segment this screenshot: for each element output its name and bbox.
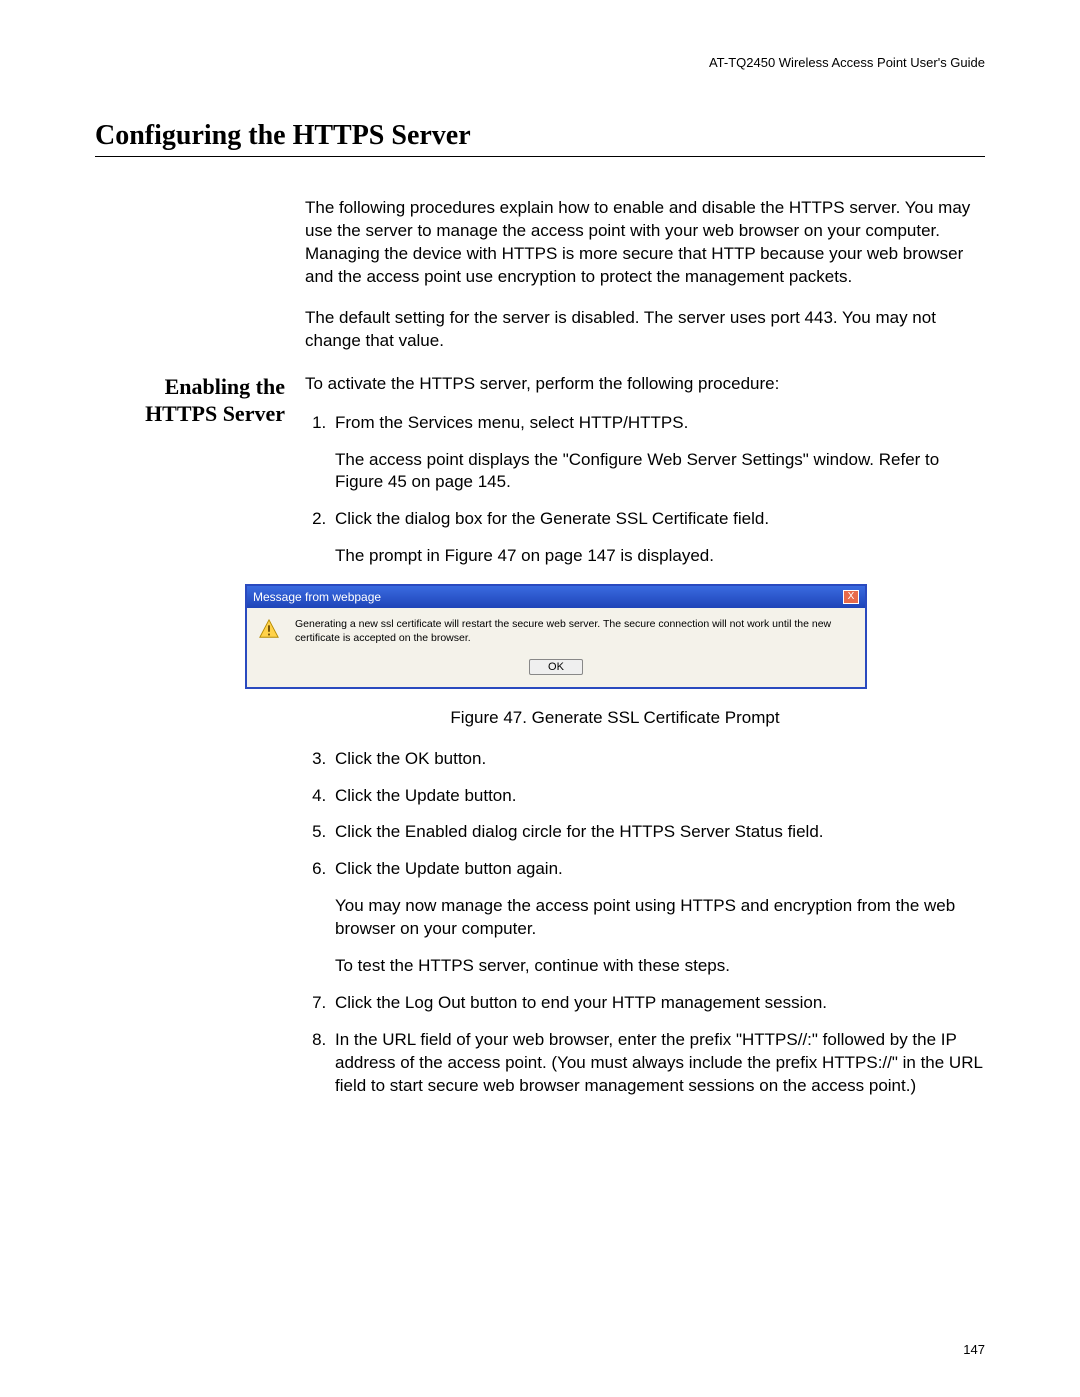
step-6-test-note: To test the HTTPS server, continue with … xyxy=(335,955,985,978)
close-icon[interactable]: X xyxy=(843,590,859,604)
intro-paragraph-2: The default setting for the server is di… xyxy=(305,307,985,353)
dialog-titlebar: Message from webpage X xyxy=(247,586,865,608)
step-4-text: Click the Update button. xyxy=(335,786,516,805)
section-body: To activate the HTTPS server, perform th… xyxy=(305,373,985,1114)
step-8-text: In the URL field of your web browser, en… xyxy=(335,1030,982,1095)
dialog-body: Generating a new ssl certificate will re… xyxy=(247,608,865,649)
dialog-message: Generating a new ssl certificate will re… xyxy=(295,618,855,645)
procedure-list: From the Services menu, select HTTP/HTTP… xyxy=(305,412,985,569)
ok-button[interactable]: OK xyxy=(529,659,583,675)
side-heading-line-1: Enabling the xyxy=(165,374,285,399)
side-heading-enabling-https: Enabling the HTTPS Server xyxy=(95,373,305,1114)
procedure-list-continued: Click the OK button. Click the Update bu… xyxy=(305,748,985,1098)
section-lead: To activate the HTTPS server, perform th… xyxy=(305,373,985,396)
document-page: AT-TQ2450 Wireless Access Point User's G… xyxy=(0,0,1080,1397)
section-enabling-https: Enabling the HTTPS Server To activate th… xyxy=(95,373,985,1114)
dialog-box: Message from webpage X Generating a new … xyxy=(245,584,867,688)
warning-icon xyxy=(257,618,281,640)
step-4: Click the Update button. xyxy=(331,785,985,808)
step-1: From the Services menu, select HTTP/HTTP… xyxy=(331,412,985,495)
dialog-button-row: OK xyxy=(247,650,865,687)
step-2-text: Click the dialog box for the Generate SS… xyxy=(335,509,769,528)
header-guide-title: AT-TQ2450 Wireless Access Point User's G… xyxy=(709,55,985,70)
step-7: Click the Log Out button to end your HTT… xyxy=(331,992,985,1015)
side-heading-line-2: HTTPS Server xyxy=(145,401,285,426)
intro-paragraph-1: The following procedures explain how to … xyxy=(305,197,985,289)
step-3: Click the OK button. xyxy=(331,748,985,771)
step-6-text: Click the Update button again. xyxy=(335,859,563,878)
step-7-text: Click the Log Out button to end your HTT… xyxy=(335,993,827,1012)
step-5-text: Click the Enabled dialog circle for the … xyxy=(335,822,824,841)
figure-47: Message from webpage X Generating a new … xyxy=(245,584,985,729)
step-5: Click the Enabled dialog circle for the … xyxy=(331,821,985,844)
intro-block: The following procedures explain how to … xyxy=(305,197,985,353)
step-1-text: From the Services menu, select HTTP/HTTP… xyxy=(335,413,688,432)
step-6: Click the Update button again. You may n… xyxy=(331,858,985,978)
page-title: Configuring the HTTPS Server xyxy=(95,120,985,157)
step-2-note: The prompt in Figure 47 on page 147 is d… xyxy=(335,545,985,568)
step-6-note: You may now manage the access point usin… xyxy=(335,895,985,941)
step-3-text: Click the OK button. xyxy=(335,749,486,768)
dialog-title-text: Message from webpage xyxy=(253,589,381,605)
figure-caption: Figure 47. Generate SSL Certificate Prom… xyxy=(245,707,985,730)
step-2: Click the dialog box for the Generate SS… xyxy=(331,508,985,568)
step-8: In the URL field of your web browser, en… xyxy=(331,1029,985,1098)
step-1-note: The access point displays the "Configure… xyxy=(335,449,985,495)
page-number: 147 xyxy=(963,1342,985,1357)
